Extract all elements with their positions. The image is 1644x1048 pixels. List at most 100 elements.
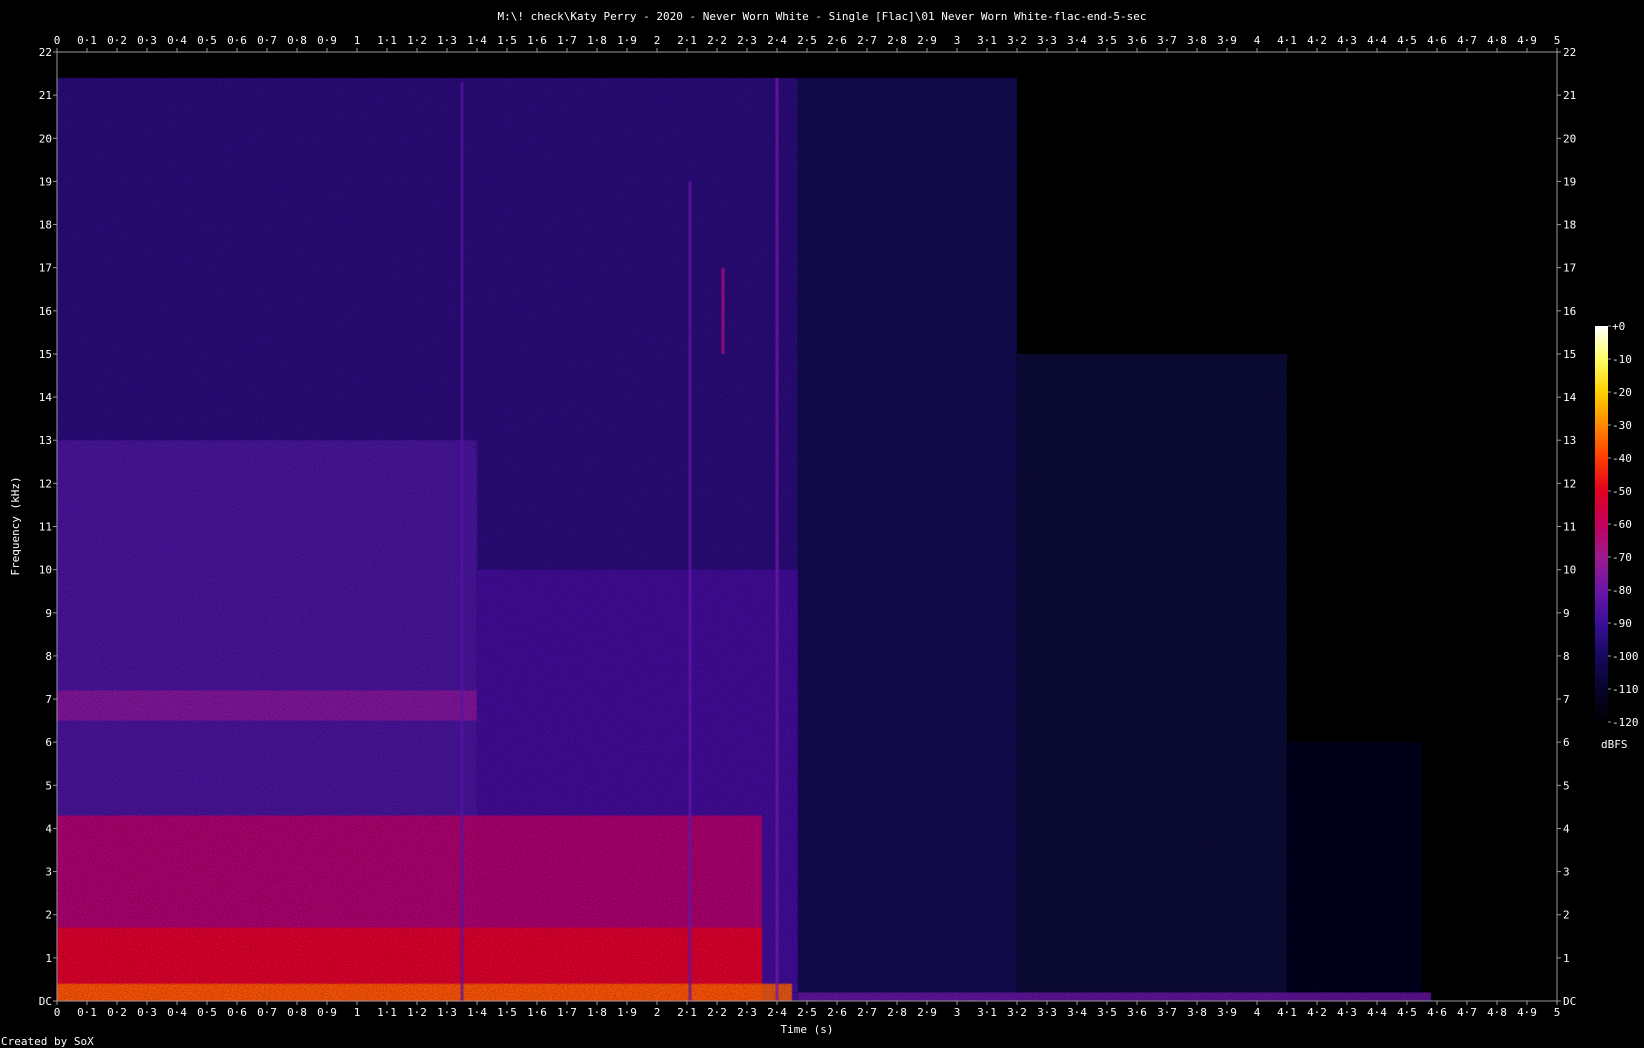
x-tick-label-bottom: 1·4 [467,1006,487,1019]
x-tick-label-top: 4·1 [1277,34,1297,47]
y-tick-label-right: 11 [1563,521,1576,534]
y-tick-label-left: 14 [39,391,53,404]
x-tick-label-bottom: 3 [954,1006,961,1019]
y-tick-label-left: 2 [45,909,52,922]
x-tick-label-bottom: 4·5 [1397,1006,1417,1019]
y-tick-label-right: 5 [1563,779,1570,792]
y-tick-label-left: 22 [39,46,52,59]
x-tick-label-top: 1·9 [617,34,637,47]
colorbar-tick-label: -90 [1612,617,1632,630]
y-tick-label-left: 11 [39,521,52,534]
x-tick-label-top: 4·4 [1367,34,1387,47]
y-tick-label-left: 7 [45,693,52,706]
y-tick-label-left: 3 [45,866,52,879]
y-tick-label-left: 15 [39,348,52,361]
x-tick-label-bottom: 4·9 [1517,1006,1537,1019]
spectrogram-streak-2 [775,77,779,1001]
y-tick-label-left: 13 [39,434,52,447]
x-tick-label-bottom: 0·9 [317,1006,337,1019]
x-tick-label-bottom: 1·7 [557,1006,577,1019]
x-tick-label-bottom: 2·8 [887,1006,907,1019]
x-tick-label-bottom: 3·5 [1097,1006,1117,1019]
y-tick-label-right: 12 [1563,477,1576,490]
x-tick-label-top: 4·9 [1517,34,1537,47]
x-tick-label-bottom: 1·5 [497,1006,517,1019]
x-tick-label-top: 0 [54,34,61,47]
footer-credit: Created by SoX [1,1035,94,1048]
y-tick-label-left: 5 [45,779,52,792]
y-tick-label-right: 3 [1563,866,1570,879]
x-tick-label-top: 0·3 [137,34,157,47]
x-tick-label-top: 1·3 [437,34,457,47]
y-tick-label-left: 4 [45,822,52,835]
y-tick-label-left: 9 [45,607,52,620]
x-tick-label-top: 1·2 [407,34,427,47]
colorbar-tick-label: -40 [1612,452,1632,465]
x-tick-label-top: 1 [354,34,361,47]
y-tick-label-right: 15 [1563,348,1576,361]
x-tick-label-bottom: 0·1 [77,1006,97,1019]
x-tick-label-top: 0·8 [287,34,307,47]
x-tick-label-top: 2·7 [857,34,877,47]
y-tick-label-right: 14 [1563,391,1577,404]
x-tick-label-bottom: 1·2 [407,1006,427,1019]
x-axis-bottom: 0 0·1 0·2 0·3 0·4 0·5 0·6 0·7 0·8 0·9 1 1·1 1·2 1·3 1·… [54,1001,1561,1019]
colorbar [1595,326,1608,722]
y-tick-label-right: 13 [1563,434,1576,447]
x-tick-label-top: 0·4 [167,34,187,47]
x-tick-label-bottom: 4·8 [1487,1006,1507,1019]
x-tick-label-top: 2·9 [917,34,937,47]
y-tick-label-right: 22 [1563,46,1576,59]
x-axis-top: 0 0·1 0·2 0·3 0·4 0·5 0·6 0·7 0·8 0·9 1 1·1 1·2 1·3 1·… [54,34,1560,52]
x-tick-label-bottom: 0·2 [107,1006,127,1019]
x-tick-label-bottom: 5 [1554,1006,1561,1019]
y-tick-label-left: 21 [39,89,52,102]
x-tick-label-top: 4·5 [1397,34,1417,47]
x-tick-label-bottom: 4·2 [1307,1006,1327,1019]
x-tick-label-top: 4·6 [1427,34,1447,47]
x-tick-label-bottom: 1 [354,1006,361,1019]
x-tick-label-top: 2·8 [887,34,907,47]
x-tick-label-top: 2·3 [737,34,757,47]
y-tick-label-right: 16 [1563,305,1576,318]
x-tick-label-top: 3·4 [1067,34,1087,47]
x-tick-label-top: 0·9 [317,34,337,47]
x-tick-label-top: 3·9 [1217,34,1237,47]
colorbar-tick-label: -70 [1612,551,1632,564]
x-tick-label-bottom: 0·5 [197,1006,217,1019]
x-tick-label-bottom: 2·1 [677,1006,697,1019]
y-tick-label-left: 17 [39,262,52,275]
y-tick-label-right: 18 [1563,219,1576,232]
colorbar-tick-label: -50 [1612,485,1632,498]
x-tick-label-top: 3·5 [1097,34,1117,47]
y-tick-label-right: 6 [1563,736,1570,749]
x-tick-label-top: 4·8 [1487,34,1507,47]
x-tick-label-top: 0·7 [257,34,277,47]
x-tick-label-bottom: 2·6 [827,1006,847,1019]
x-tick-label-top: 1·7 [557,34,577,47]
x-tick-label-top: 1·8 [587,34,607,47]
colorbar-tick-label: -120 [1612,716,1639,729]
x-tick-label-bottom: 3·6 [1127,1006,1147,1019]
y-tick-label-left: 16 [39,305,52,318]
x-tick-label-bottom: 3·4 [1067,1006,1087,1019]
y-tick-label-right: DC [1563,995,1576,1008]
x-tick-label-bottom: 1·1 [377,1006,397,1019]
x-tick-label-top: 1·6 [527,34,547,47]
x-tick-label-bottom: 3·1 [977,1006,997,1019]
chart-title: M:\! check\Katy Perry - 2020 - Never Wor… [497,10,1146,23]
x-tick-label-bottom: 3·2 [1007,1006,1027,1019]
colorbar-ticks: +0 -10 -20 -30 -40 -50 -60 -70 -80 -90 -100 -110 -12… [1608,320,1639,729]
x-tick-label-bottom: 4·6 [1427,1006,1447,1019]
colorbar-tick-label: -10 [1612,353,1632,366]
spectrogram-streak-0 [460,82,464,1002]
x-tick-label-top: 3·7 [1157,34,1177,47]
x-tick-label-top: 1·4 [467,34,487,47]
y-tick-label-right: 21 [1563,89,1576,102]
y-tick-label-right: 1 [1563,952,1570,965]
y-tick-label-right: 17 [1563,262,1576,275]
y-tick-label-right: 4 [1563,822,1570,835]
x-tick-label-bottom: 2·2 [707,1006,727,1019]
x-tick-label-bottom: 2 [654,1006,661,1019]
x-tick-label-bottom: 0·8 [287,1006,307,1019]
